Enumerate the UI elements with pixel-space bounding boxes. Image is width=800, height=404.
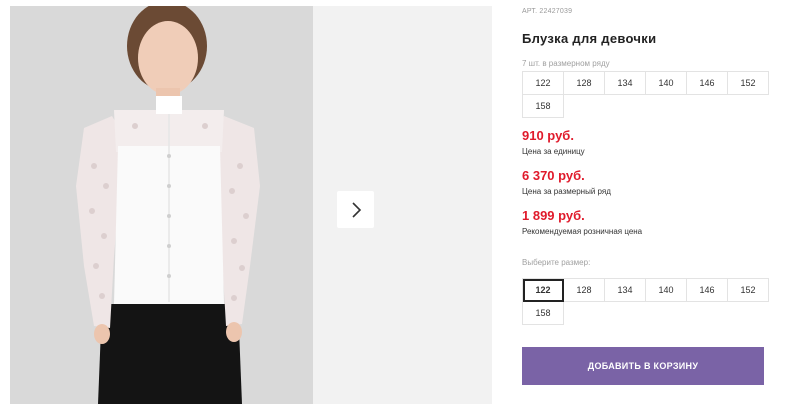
- product-gallery: [10, 6, 492, 404]
- add-to-cart-button[interactable]: ДОБАВИТЬ В КОРЗИНУ: [522, 347, 764, 385]
- choose-size-label: Выберите размер:: [522, 258, 591, 267]
- next-image-button[interactable]: [337, 191, 374, 228]
- size-option-158[interactable]: 158: [523, 302, 564, 325]
- pack-size-label: 7 шт. в размерном ряду: [522, 59, 610, 68]
- pack-size-cell: 146: [687, 72, 728, 95]
- pack-size-grid: 122 128 134 140 146 152 158: [522, 71, 769, 118]
- size-option-140[interactable]: 140: [646, 279, 687, 302]
- pack-size-cell: 134: [605, 72, 646, 95]
- pack-price-note: Цена за размерный ряд: [522, 187, 611, 196]
- unit-price: 910 руб.: [522, 128, 574, 143]
- size-option-134[interactable]: 134: [605, 279, 646, 302]
- pack-size-cell: 122: [523, 72, 564, 95]
- product-title: Блузка для девочки: [522, 31, 657, 46]
- article-number: АРТ. 22427039: [522, 8, 573, 15]
- product-photo: [10, 6, 313, 404]
- size-option-128[interactable]: 128: [564, 279, 605, 302]
- pack-size-cell: 158: [523, 95, 564, 118]
- retail-price-note: Рекомендуемая розничная цена: [522, 227, 643, 236]
- chevron-right-icon: [351, 201, 361, 218]
- pack-price: 6 370 руб.: [522, 168, 585, 183]
- size-selector: 122 128 134 140 146 152 158: [522, 278, 769, 325]
- retail-price: 1 899 руб.: [522, 208, 585, 223]
- pack-size-cell: 152: [728, 72, 769, 95]
- size-option-146[interactable]: 146: [687, 279, 728, 302]
- pack-size-cell: 140: [646, 72, 687, 95]
- pack-size-cell: 128: [564, 72, 605, 95]
- size-option-152[interactable]: 152: [728, 279, 769, 302]
- unit-price-note: Цена за единицу: [522, 147, 585, 156]
- size-option-122[interactable]: 122: [523, 279, 564, 302]
- product-photo-illustration: [10, 6, 313, 404]
